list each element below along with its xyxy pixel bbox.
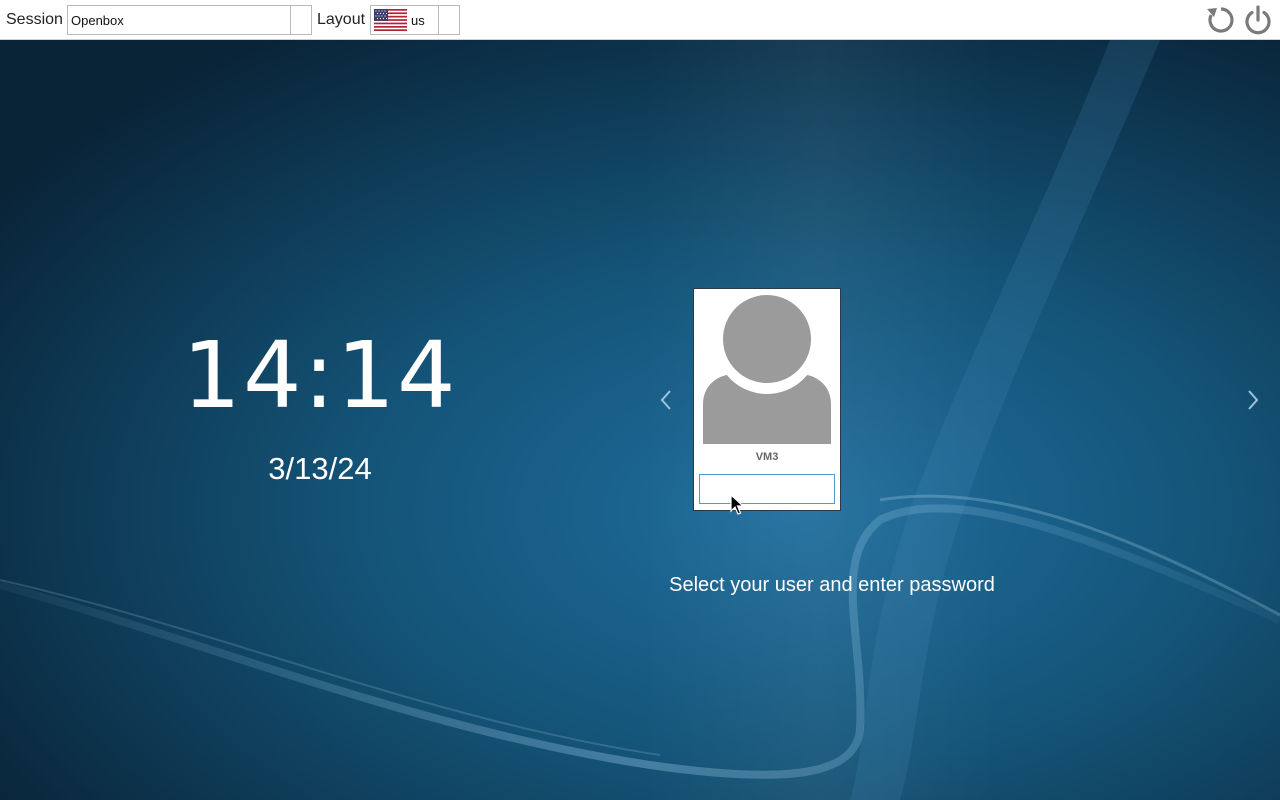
us-flag-icon <box>374 9 407 31</box>
layout-value: us <box>411 13 425 28</box>
session-dropdown-button[interactable] <box>290 6 311 34</box>
restart-icon[interactable] <box>1205 4 1237 36</box>
mouse-cursor-icon <box>730 494 744 515</box>
chevron-left-icon[interactable] <box>656 386 676 414</box>
chevron-right-icon[interactable] <box>1243 386 1263 414</box>
user-name: VM3 <box>755 451 779 463</box>
top-bar: Session Openbox Layout us <box>0 0 1280 40</box>
power-icon[interactable] <box>1242 4 1274 36</box>
clock-time: 14:14 <box>182 322 458 429</box>
session-value: Openbox <box>71 13 124 28</box>
password-field[interactable] <box>699 474 835 504</box>
layout-label: Layout <box>317 11 366 28</box>
session-combobox[interactable]: Openbox <box>67 5 312 35</box>
session-label: Session <box>6 11 63 28</box>
layout-dropdown-button[interactable] <box>438 6 459 34</box>
clock-date: 3/13/24 <box>268 451 372 486</box>
user-avatar-icon <box>703 294 831 444</box>
layout-combobox[interactable]: us <box>370 5 460 35</box>
login-hint: Select your user and enter password <box>669 574 995 596</box>
user-card[interactable]: VM3 <box>693 288 841 511</box>
